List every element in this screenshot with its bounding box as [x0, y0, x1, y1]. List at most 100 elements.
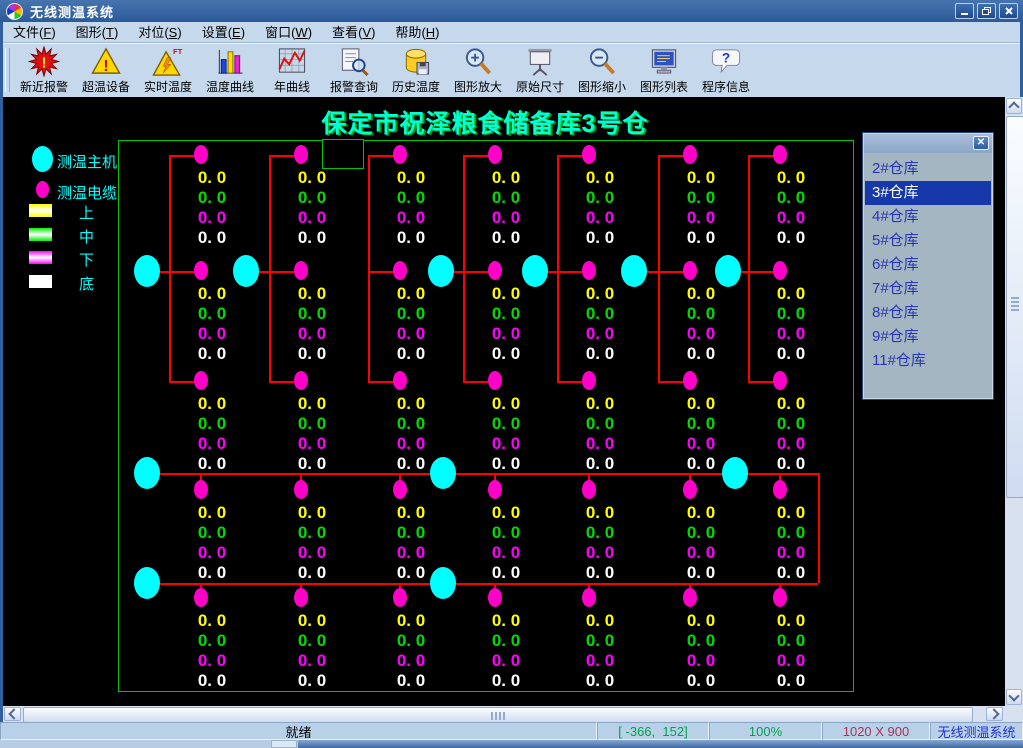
cable-dot — [393, 480, 407, 499]
cable-dot — [773, 371, 787, 390]
menu-item-E[interactable]: 设置(E) — [192, 20, 255, 44]
warehouse-list-item[interactable]: 3#仓库 — [865, 181, 991, 205]
warehouse-list-item[interactable]: 6#仓库 — [865, 253, 991, 277]
scroll-up-button[interactable] — [1006, 98, 1022, 114]
menu-item-T[interactable]: 图形(T) — [66, 20, 129, 44]
chevron-right-icon — [988, 708, 999, 719]
toolbar-button-alarm-query[interactable]: 报警查询 — [323, 44, 385, 96]
temp-reading: 0. 0 — [184, 414, 240, 434]
scroll-grip-icon — [1011, 297, 1019, 311]
toolbar-button-label: 温度曲线 — [206, 78, 254, 95]
toolbar-button-overtemp-warning[interactable]: !超温设备 — [75, 44, 137, 96]
cable-dot — [294, 145, 308, 164]
horizontal-scrollbar[interactable] — [3, 706, 1005, 722]
temp-reading: 0. 0 — [284, 454, 340, 474]
temp-reading: 0. 0 — [572, 188, 628, 208]
toolbar-button-realtime-temp[interactable]: FT实时温度 — [137, 44, 199, 96]
temp-reading: 0. 0 — [184, 454, 240, 474]
toolbar-button-zoom-in[interactable]: 图形放大 — [447, 44, 509, 96]
warehouse-list-item[interactable]: 11#仓库 — [865, 349, 991, 373]
zoom-out-icon — [586, 46, 618, 77]
menu-item-H[interactable]: 帮助(H) — [385, 20, 449, 44]
menu-item-label: 查看 — [332, 25, 358, 40]
cable-dot — [194, 261, 208, 280]
toolbar-button-original-size[interactable]: 原始尺寸 — [509, 44, 571, 96]
temp-reading: 0. 0 — [478, 543, 534, 563]
warehouse-list-item[interactable]: 2#仓库 — [865, 157, 991, 181]
menu-item-label: 文件 — [13, 25, 39, 40]
chevron-left-icon — [8, 708, 19, 719]
svg-text:!: ! — [42, 55, 47, 71]
toolbar-button-zoom-out[interactable]: 图形缩小 — [571, 44, 633, 96]
warehouse-list-item[interactable]: 8#仓库 — [865, 301, 991, 325]
temp-reading: 0. 0 — [673, 394, 729, 414]
menu-item-mnemonic: H — [426, 25, 435, 40]
legend-level-swatch — [29, 204, 52, 217]
temp-reading: 0. 0 — [673, 324, 729, 344]
menu-bar: 文件(F)图形(T)对位(S)设置(E)窗口(W)查看(V)帮助(H) — [3, 22, 1020, 43]
toolbar-button-year-curve[interactable]: 年曲线 — [261, 44, 323, 96]
taskbar-button[interactable] — [271, 740, 297, 748]
cable-dot — [194, 371, 208, 390]
menu-item-W[interactable]: 窗口(W) — [255, 20, 322, 44]
cable-dot — [773, 480, 787, 499]
vertical-scroll-thumb[interactable] — [1006, 116, 1023, 498]
toolbar-button-graph-list[interactable]: 图形列表 — [633, 44, 695, 96]
temp-reading: 0. 0 — [673, 454, 729, 474]
temp-reading: 0. 0 — [673, 304, 729, 324]
restore-button[interactable] — [977, 3, 996, 19]
cable-dot — [773, 261, 787, 280]
temp-reading: 0. 0 — [673, 168, 729, 188]
year-curve-icon — [276, 46, 308, 77]
temp-reading: 0. 0 — [184, 344, 240, 364]
legend-level-swatch — [29, 251, 52, 264]
cable-line — [748, 155, 750, 381]
status-ready: 就绪 — [0, 722, 597, 740]
temp-reading: 0. 0 — [478, 284, 534, 304]
scroll-right-button[interactable] — [986, 707, 1003, 721]
cable-dot — [582, 588, 596, 607]
temp-reading: 0. 0 — [184, 304, 240, 324]
warehouse-list-item[interactable]: 5#仓库 — [865, 229, 991, 253]
cable-dot — [393, 588, 407, 607]
toolbar-grip[interactable] — [5, 48, 10, 92]
cable-dot — [683, 480, 697, 499]
menu-item-V[interactable]: 查看(V) — [322, 20, 385, 44]
toolbar-button-label: 新近报警 — [20, 78, 68, 95]
menu-item-F[interactable]: 文件(F) — [3, 20, 66, 44]
warehouse-list-close-button[interactable]: ✕ — [973, 136, 989, 150]
toolbar-button-alarm-burst[interactable]: ! 新近报警 — [13, 44, 75, 96]
temp-reading: 0. 0 — [184, 434, 240, 454]
temp-reading: 0. 0 — [383, 208, 439, 228]
horizontal-scroll-thumb[interactable] — [23, 707, 973, 723]
toolbar-button-label: 图形放大 — [454, 78, 502, 95]
temp-reading: 0. 0 — [673, 434, 729, 454]
cable-dot — [582, 145, 596, 164]
warehouse-list-item[interactable]: 9#仓库 — [865, 325, 991, 349]
vertical-scrollbar[interactable] — [1005, 97, 1023, 706]
close-button[interactable] — [999, 3, 1018, 19]
toolbar-button-label: 原始尺寸 — [516, 78, 564, 95]
temp-reading: 0. 0 — [478, 611, 534, 631]
close-icon — [1004, 6, 1014, 16]
warehouse-list-item[interactable]: 7#仓库 — [865, 277, 991, 301]
toolbar-button-temp-bars[interactable]: 温度曲线 — [199, 44, 261, 96]
legend-level-label: 上 — [79, 202, 94, 223]
warehouse-list-item[interactable]: 4#仓库 — [865, 205, 991, 229]
toolbar-button-history-temp[interactable]: 历史温度 — [385, 44, 447, 96]
toolbar-button-label: 实时温度 — [144, 78, 192, 95]
menu-item-S[interactable]: 对位(S) — [128, 20, 191, 44]
scroll-down-button[interactable] — [1006, 689, 1022, 705]
title-bar: 无线测温系统 — [0, 0, 1023, 22]
temp-reading: 0. 0 — [284, 611, 340, 631]
toolbar-button-program-info[interactable]: ?程序信息 — [695, 44, 757, 96]
temp-reading: 0. 0 — [383, 651, 439, 671]
temp-reading: 0. 0 — [673, 208, 729, 228]
warehouse-door — [322, 139, 364, 169]
scroll-left-button[interactable] — [4, 707, 21, 721]
os-taskbar[interactable] — [0, 740, 1023, 748]
host-ellipse — [134, 567, 160, 599]
temp-reading: 0. 0 — [184, 188, 240, 208]
taskbar-right-strip — [298, 740, 1023, 748]
minimize-button[interactable] — [955, 3, 974, 19]
